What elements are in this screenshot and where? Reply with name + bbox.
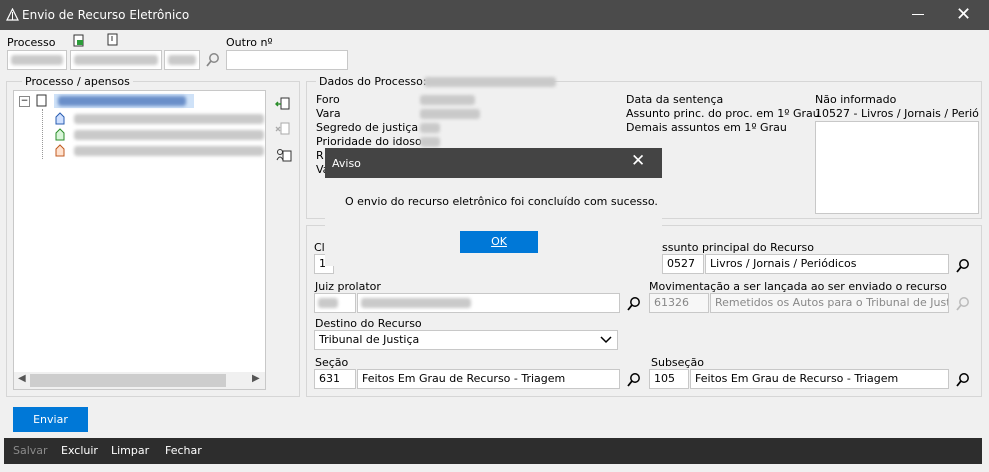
title-bar: Envio de Recurso Eletrônico ✕ (0, 0, 989, 30)
segredo-value (420, 123, 440, 133)
search-juiz-icon[interactable] (626, 296, 642, 312)
salvar-button: Salvar (13, 444, 48, 457)
foro-value (420, 95, 475, 105)
search-assunto-icon[interactable] (955, 258, 971, 274)
party-icon-orange (55, 144, 65, 157)
dialog-title-bar: Aviso ✕ (325, 148, 662, 178)
juiz-name-input[interactable] (357, 293, 620, 313)
excluir-button[interactable]: Excluir (61, 444, 98, 457)
prioridade-value (420, 137, 440, 147)
search-secao-icon[interactable] (626, 372, 642, 388)
assunto-1grau-value: 10527 - Livros / Jornais / Periódic (815, 107, 979, 120)
vara-label: Vara (316, 107, 341, 120)
data-sentenca-label: Data da sentença (626, 93, 724, 106)
movimentacao-label: Movimentação a ser lançada ao ser enviad… (649, 280, 947, 293)
processo-label: Processo (7, 36, 56, 49)
window-title: Envio de Recurso Eletrônico (22, 8, 190, 22)
processo-numero-input[interactable] (7, 50, 67, 70)
enviar-button[interactable]: Enviar (13, 407, 88, 432)
dados-processo-number (424, 77, 556, 87)
search-processo-icon[interactable] (205, 52, 221, 68)
fechar-button[interactable]: Fechar (165, 444, 202, 457)
juiz-prolator-label: Juiz prolator (315, 280, 381, 293)
tree-item-2[interactable] (74, 130, 264, 140)
close-window-button[interactable]: ✕ (956, 6, 971, 24)
app-icon (6, 8, 19, 21)
assunto-recurso-code-input[interactable]: 0527 (662, 254, 704, 274)
subsecao-desc-input[interactable]: Feitos Em Grau de Recurso - Triagem (690, 369, 949, 389)
dados-processo-legend: Dados do Processo: (316, 75, 430, 88)
movimentacao-desc-input: Remetidos os Autos para o Tribunal de Ju… (710, 293, 949, 313)
search-subsecao-icon[interactable] (955, 372, 971, 388)
document-icon[interactable] (107, 33, 119, 47)
dialog-title: Aviso (332, 157, 361, 170)
assunto-recurso-desc-input[interactable]: Livros / Jornais / Periódicos (705, 254, 949, 274)
dialog-close-icon[interactable]: ✕ (631, 153, 645, 170)
scroll-right-arrow[interactable]: ▶ (252, 373, 260, 384)
secao-code-input[interactable]: 631 (314, 369, 356, 389)
party-icon-green (55, 128, 65, 141)
party-list-icon[interactable] (276, 147, 292, 163)
secao-label: Seção (315, 356, 349, 369)
processo-ano-input[interactable] (70, 50, 162, 70)
dialog-body: O envio do recurso eletrônico foi conclu… (325, 178, 662, 266)
scroll-left-arrow[interactable]: ◀ (18, 373, 26, 384)
foro-label: Foro (316, 93, 340, 106)
destino-recurso-label: Destino do Recurso (315, 317, 422, 330)
demais-assuntos-box[interactable] (815, 121, 979, 214)
classe-label: Cl (314, 241, 325, 254)
vara-value (420, 109, 480, 119)
movimentacao-code-input: 61326 (649, 293, 709, 313)
limpar-button[interactable]: Limpar (111, 444, 149, 457)
juiz-code-input[interactable] (314, 293, 356, 313)
tree-item-1[interactable] (74, 114, 264, 124)
process-document-icon (36, 94, 47, 107)
segredo-label: Segredo de justiça (316, 121, 419, 134)
footer-bar: Salvar Excluir Limpar Fechar (4, 438, 982, 464)
destino-recurso-value: Tribunal de Justiça (319, 333, 420, 346)
tree-item-3[interactable] (74, 146, 264, 156)
r-label: R (316, 149, 324, 162)
minimize-button[interactable] (912, 14, 924, 15)
process-lock-icon[interactable] (72, 33, 86, 47)
scroll-thumb[interactable] (30, 374, 226, 387)
subsecao-code-input[interactable]: 105 (649, 369, 689, 389)
party-icon-blue (55, 112, 65, 125)
tree-horizontal-scrollbar[interactable]: ◀ ▶ (14, 372, 265, 389)
outro-numero-label: Outro nº (226, 36, 273, 49)
chevron-down-icon[interactable] (600, 336, 612, 344)
process-tree[interactable]: − (13, 90, 266, 390)
tree-root-selected[interactable] (54, 94, 194, 108)
secao-desc-input[interactable]: Feitos Em Grau de Recurso - Triagem (357, 369, 620, 389)
outro-numero-input[interactable] (226, 50, 348, 70)
assunto-1grau-label: Assunto princ. do proc. em 1º Grau (626, 107, 820, 120)
destino-recurso-select[interactable]: Tribunal de Justiça (314, 330, 618, 350)
dialog-ok-button[interactable]: OK (460, 231, 538, 253)
add-apenso-icon[interactable] (275, 96, 291, 112)
data-sentenca-value: Não informado (815, 93, 897, 106)
subsecao-label: Subseção (651, 356, 704, 369)
demais-assuntos-label: Demais assuntos em 1º Grau (626, 121, 787, 134)
search-movimentacao-icon (956, 297, 969, 311)
remove-apenso-icon[interactable] (275, 121, 291, 137)
dialog-message: O envio do recurso eletrônico foi conclu… (345, 195, 658, 208)
processo-apensos-legend: Processo / apensos (22, 75, 133, 88)
tree-collapse-toggle[interactable]: − (19, 96, 30, 107)
processo-foro-input[interactable] (164, 50, 200, 70)
assunto-recurso-label: ssunto principal do Recurso (662, 241, 814, 254)
aviso-dialog: Aviso ✕ O envio do recurso eletrônico fo… (325, 148, 662, 266)
prioridade-label: Prioridade do idoso (316, 135, 422, 148)
